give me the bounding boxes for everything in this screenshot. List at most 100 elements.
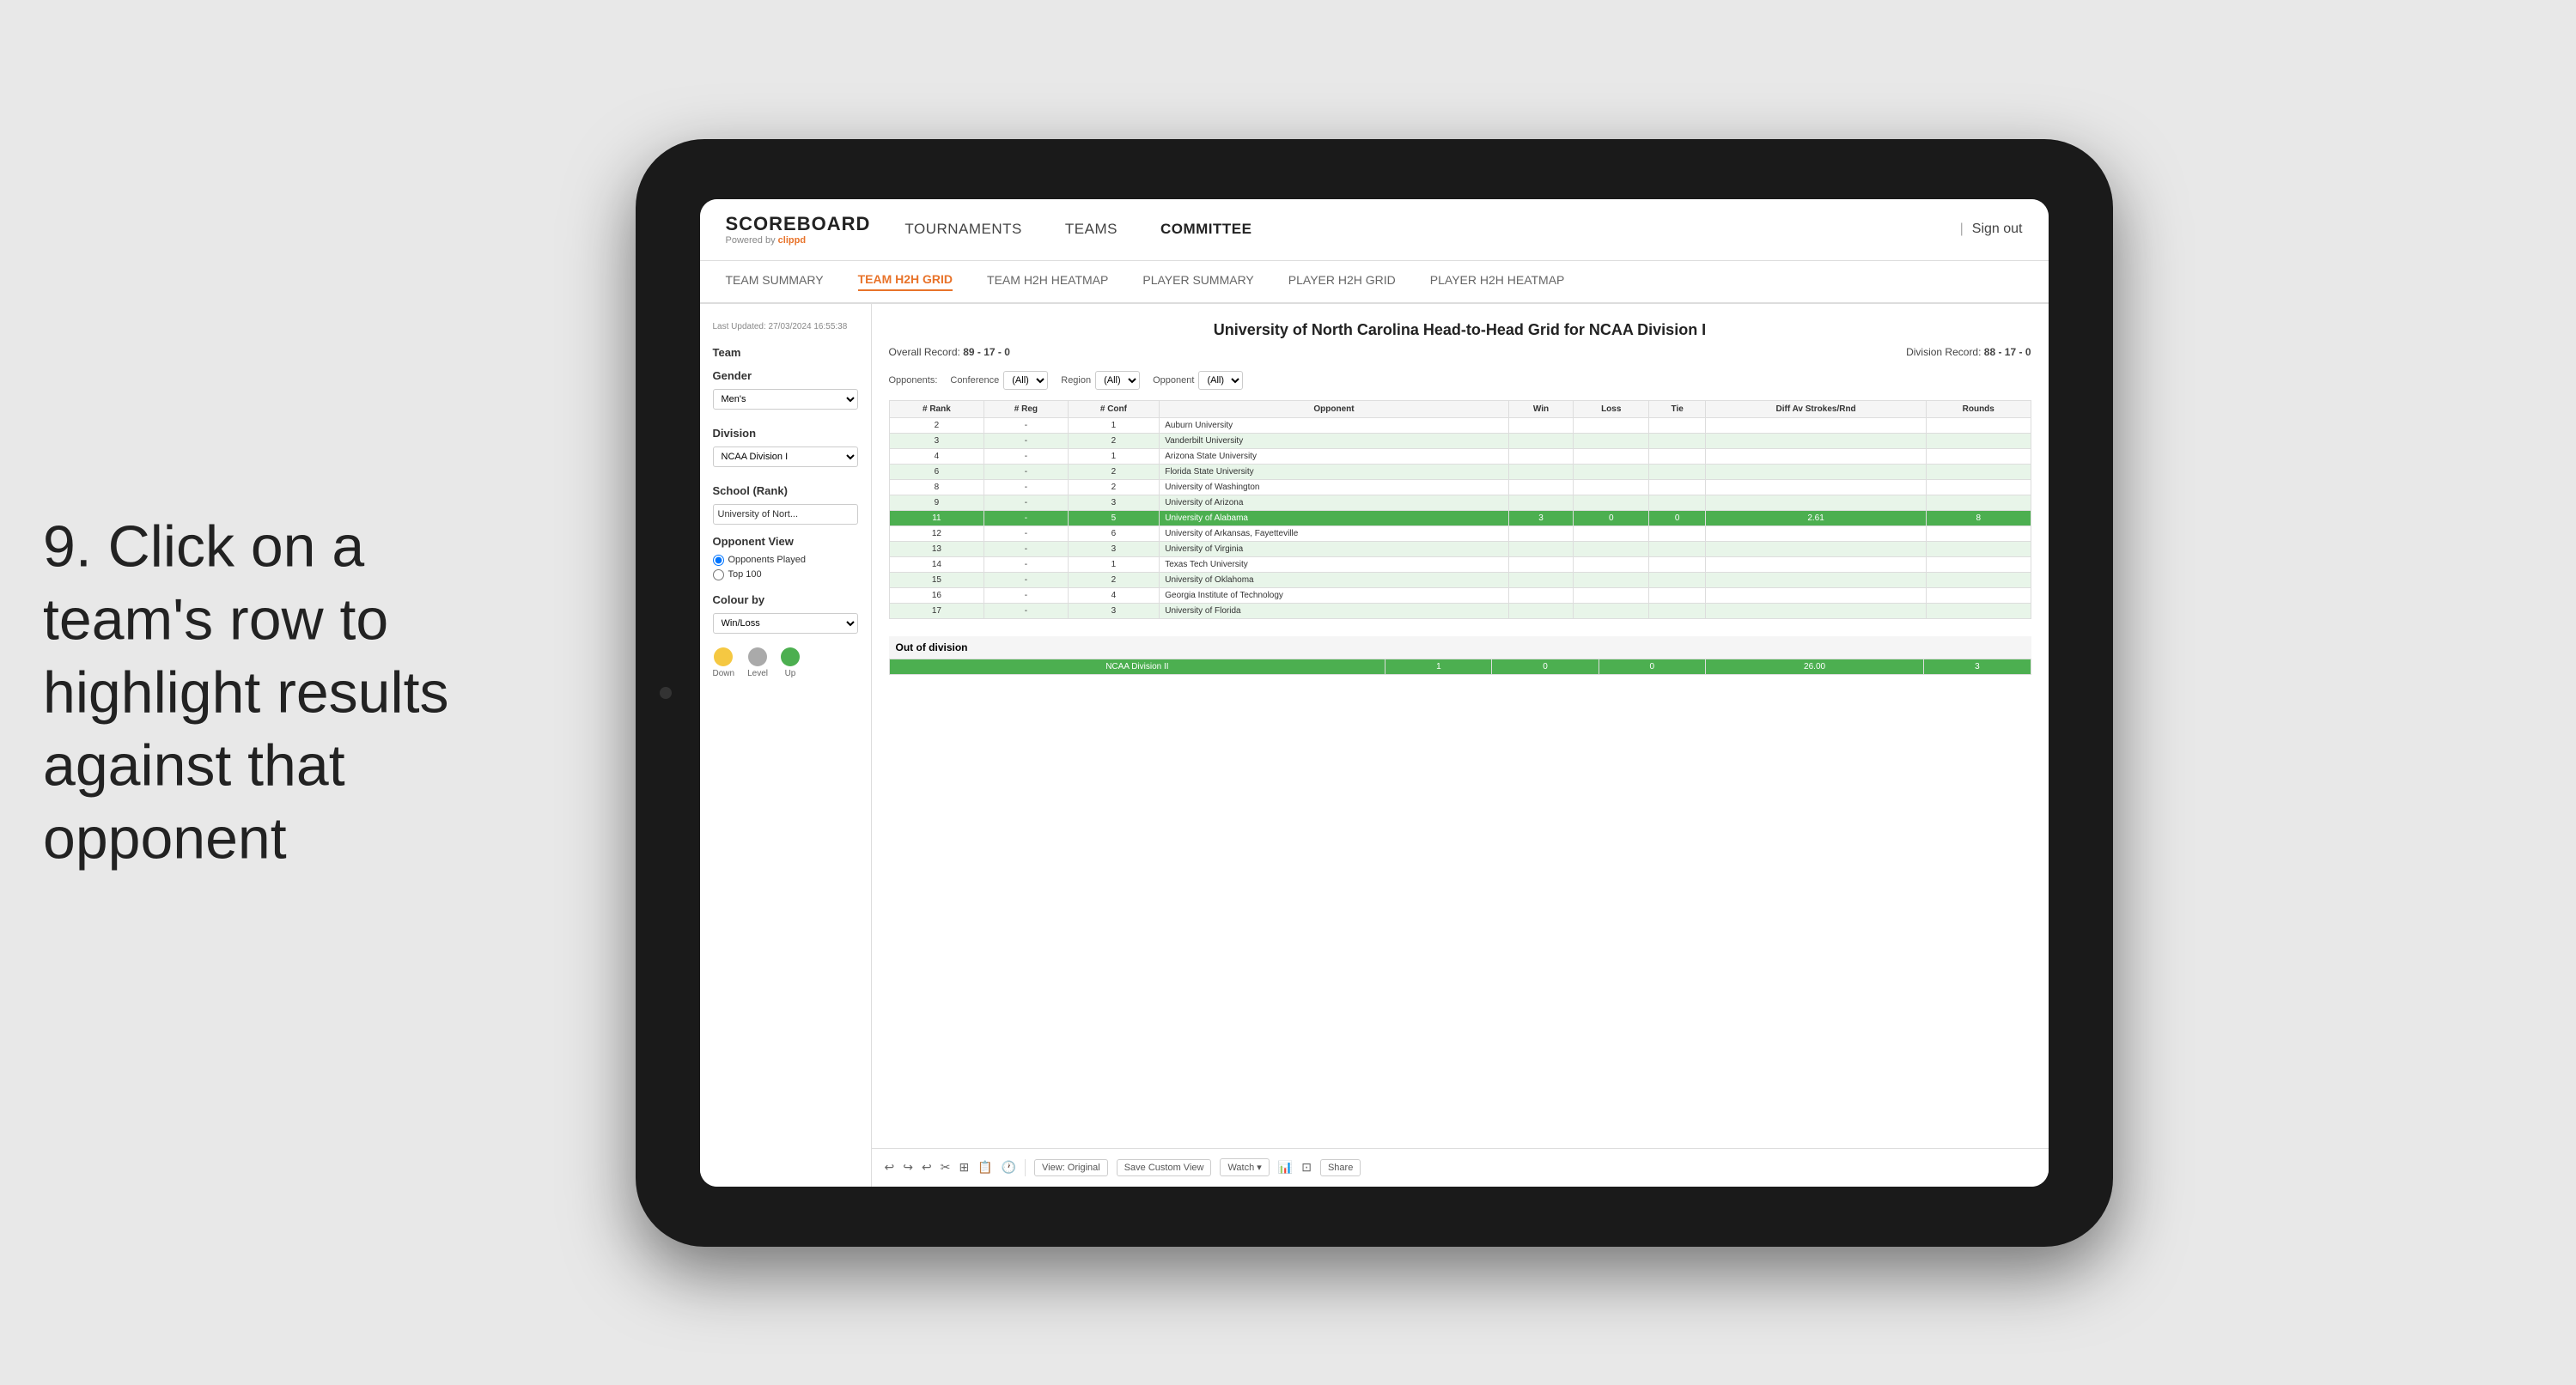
colour-dot-level: Level (747, 647, 768, 678)
sidebar-colour-section: Colour by Win/Loss Down Level (713, 593, 858, 678)
data-cell (1508, 495, 1574, 510)
toolbar-sep1 (1025, 1159, 1026, 1176)
data-cell (1649, 541, 1706, 556)
table-row[interactable]: 14-1Texas Tech University (889, 556, 2031, 572)
undo-icon[interactable]: ↩ (885, 1160, 895, 1175)
data-cell (1706, 479, 1927, 495)
view-original-btn[interactable]: View: Original (1034, 1159, 1108, 1176)
sidebar-school-label: School (Rank) (713, 484, 858, 497)
sidebar-opponent-view-label: Opponent View (713, 535, 858, 548)
region-select[interactable]: (All) (1095, 371, 1140, 390)
data-cell (1926, 495, 2031, 510)
data-cell (1649, 603, 1706, 618)
out-of-division-row[interactable]: NCAA Division II 1 0 0 26.00 3 (889, 659, 2031, 674)
data-cell: - (984, 464, 1068, 479)
grid-area: University of North Carolina Head-to-Hea… (872, 304, 2049, 1148)
left-sidebar: Last Updated: 27/03/2024 16:55:38 Team G… (700, 304, 872, 1187)
sidebar-colour-by-select[interactable]: Win/Loss (713, 613, 858, 634)
table-row[interactable]: 4-1Arizona State University (889, 448, 2031, 464)
data-cell (1574, 603, 1649, 618)
data-cell (1926, 603, 2031, 618)
table-row[interactable]: 8-2University of Washington (889, 479, 2031, 495)
logo-clippd: clippd (778, 235, 806, 246)
table-row[interactable]: 17-3University of Florida (889, 603, 2031, 618)
logo-scoreboard: SCOREBOARD (726, 213, 871, 235)
sub-nav-player-h2h-heatmap[interactable]: PLAYER H2H HEATMAP (1430, 273, 1565, 290)
data-cell: 13 (889, 541, 984, 556)
opponent-name-cell: University of Washington (1160, 479, 1508, 495)
out-of-division-table: NCAA Division II 1 0 0 26.00 3 (889, 659, 2031, 675)
data-cell (1508, 479, 1574, 495)
data-cell (1706, 556, 1927, 572)
toolbar-icon1: 📊 (1278, 1160, 1293, 1175)
col-tie: Tie (1649, 400, 1706, 417)
opponent-name-cell: University of Virginia (1160, 541, 1508, 556)
copy-icon[interactable]: ⊞ (959, 1160, 969, 1175)
nav-teams[interactable]: TEAMS (1065, 221, 1117, 238)
nav-sign-out[interactable]: Sign out (1972, 222, 2023, 237)
data-cell: 2 (1068, 464, 1160, 479)
sub-nav-team-h2h-heatmap[interactable]: TEAM H2H HEATMAP (987, 273, 1108, 290)
opponent-name-cell: University of Alabama (1160, 510, 1508, 525)
data-cell (1926, 433, 2031, 448)
sub-nav-player-summary[interactable]: PLAYER SUMMARY (1142, 273, 1253, 290)
opponent-select[interactable]: (All) (1198, 371, 1243, 390)
save-custom-btn[interactable]: Save Custom View (1117, 1159, 1212, 1176)
sub-nav-team-h2h-grid[interactable]: TEAM H2H GRID (858, 272, 953, 291)
table-row[interactable]: 15-2University of Oklahoma (889, 572, 2031, 587)
col-rank: # Rank (889, 400, 984, 417)
nav-tournaments[interactable]: TOURNAMENTS (904, 221, 1021, 238)
table-row[interactable]: 11-5University of Alabama3002.618 (889, 510, 2031, 525)
redo-icon[interactable]: ↪ (903, 1160, 913, 1175)
sidebar-radio-top100[interactable]: Top 100 (713, 569, 858, 580)
data-cell (1649, 417, 1706, 433)
sub-nav-team-summary[interactable]: TEAM SUMMARY (726, 273, 824, 290)
table-row[interactable]: 3-2Vanderbilt University (889, 433, 2031, 448)
col-reg: # Reg (984, 400, 1068, 417)
down-dot (714, 647, 733, 666)
sidebar-gender-select[interactable]: Men's (713, 389, 858, 410)
instruction-body: Click on a team's row to highlight resul… (43, 513, 448, 871)
opponent-name-cell: Georgia Institute of Technology (1160, 587, 1508, 603)
data-cell: 2 (1068, 479, 1160, 495)
data-cell (1508, 448, 1574, 464)
level-dot (748, 647, 767, 666)
data-cell (1574, 433, 1649, 448)
data-cell (1926, 448, 2031, 464)
sidebar-division-select[interactable]: NCAA Division I (713, 446, 858, 467)
sidebar-colour-by-label: Colour by (713, 593, 858, 606)
back-icon[interactable]: ↩ (922, 1160, 932, 1175)
data-cell (1574, 587, 1649, 603)
table-row[interactable]: 9-3University of Arizona (889, 495, 2031, 510)
table-row[interactable]: 13-3University of Virginia (889, 541, 2031, 556)
region-filter: Region (All) (1061, 371, 1140, 390)
data-cell (1926, 417, 2031, 433)
table-row[interactable]: 6-2Florida State University (889, 464, 2031, 479)
paste-icon[interactable]: 📋 (977, 1160, 992, 1175)
data-cell (1706, 448, 1927, 464)
data-cell: 6 (889, 464, 984, 479)
sidebar-radio-group: Opponents Played Top 100 (713, 555, 858, 580)
nav-separator: | (1960, 222, 1964, 237)
sub-nav-player-h2h-grid[interactable]: PLAYER H2H GRID (1288, 273, 1396, 290)
table-row[interactable]: 16-4Georgia Institute of Technology (889, 587, 2031, 603)
sidebar-school-value[interactable]: University of Nort... (713, 504, 858, 525)
data-cell (1574, 495, 1649, 510)
data-cell: 2 (1068, 433, 1160, 448)
cut-icon[interactable]: ✂ (941, 1160, 951, 1175)
sidebar-radio-opponents[interactable]: Opponents Played (713, 555, 858, 566)
col-conf: # Conf (1068, 400, 1160, 417)
conference-select[interactable]: (All) (1003, 371, 1048, 390)
table-row[interactable]: 12-6University of Arkansas, Fayetteville (889, 525, 2031, 541)
filters-row: Opponents: Conference (All) Region ( (889, 371, 2031, 390)
data-cell (1508, 417, 1574, 433)
sidebar-team-label: Team (713, 346, 858, 359)
clock-icon[interactable]: 🕐 (1002, 1160, 1016, 1175)
nav-committee[interactable]: COMMITTEE (1160, 221, 1252, 238)
data-cell (1649, 587, 1706, 603)
data-cell (1649, 433, 1706, 448)
share-btn[interactable]: Share (1320, 1159, 1361, 1176)
data-cell: - (984, 448, 1068, 464)
table-row[interactable]: 2-1Auburn University (889, 417, 2031, 433)
watch-btn[interactable]: Watch ▾ (1220, 1158, 1269, 1176)
